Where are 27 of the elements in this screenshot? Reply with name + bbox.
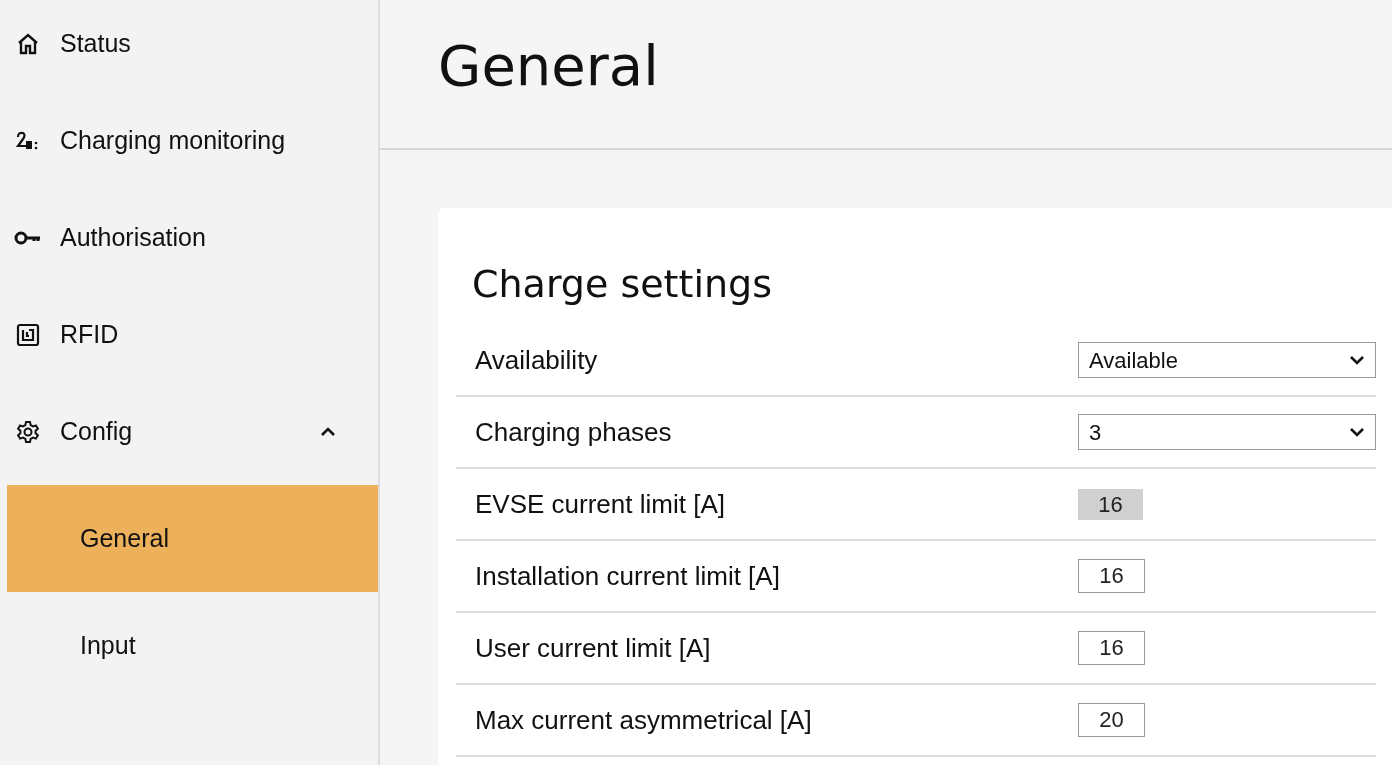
chevron-down-icon <box>1349 355 1365 365</box>
dropdown[interactable]: 3 <box>1078 414 1376 450</box>
number-field[interactable]: 16 <box>1078 631 1145 665</box>
number-field[interactable]: 20 <box>1078 703 1145 737</box>
setting-label: Availability <box>475 343 599 377</box>
setting-label: Charging phases <box>475 415 673 449</box>
setting-label: Max current asymmetrical [A] <box>475 703 813 737</box>
chevron-up-icon <box>320 426 336 437</box>
readonly-value: 16 <box>1078 488 1143 520</box>
sidebar-label: RFID <box>60 318 120 350</box>
settings-icon <box>16 419 40 444</box>
setting-label: EVSE current limit [A] <box>475 487 726 521</box>
sidebar-label: Status <box>60 27 132 59</box>
page-title: General <box>438 38 659 94</box>
sidebar-subitem[interactable]: Input <box>7 592 378 699</box>
dropdown[interactable]: Available <box>1078 342 1376 378</box>
chevron-down-icon <box>1349 427 1365 437</box>
setting-label: Installation current limit [A] <box>475 559 781 593</box>
sidebar-label: Authorisation <box>60 221 207 253</box>
number-field[interactable]: 16 <box>1078 559 1145 593</box>
sidebar-label: Charging monitoring <box>60 124 287 156</box>
sidebar-subitem[interactable]: General <box>7 485 378 592</box>
rfid-icon <box>16 322 40 347</box>
card-title: Charge settings <box>471 261 773 308</box>
sidebar-label: Config <box>60 415 134 447</box>
setting-label: User current limit [A] <box>475 631 712 665</box>
home-icon <box>16 31 40 56</box>
